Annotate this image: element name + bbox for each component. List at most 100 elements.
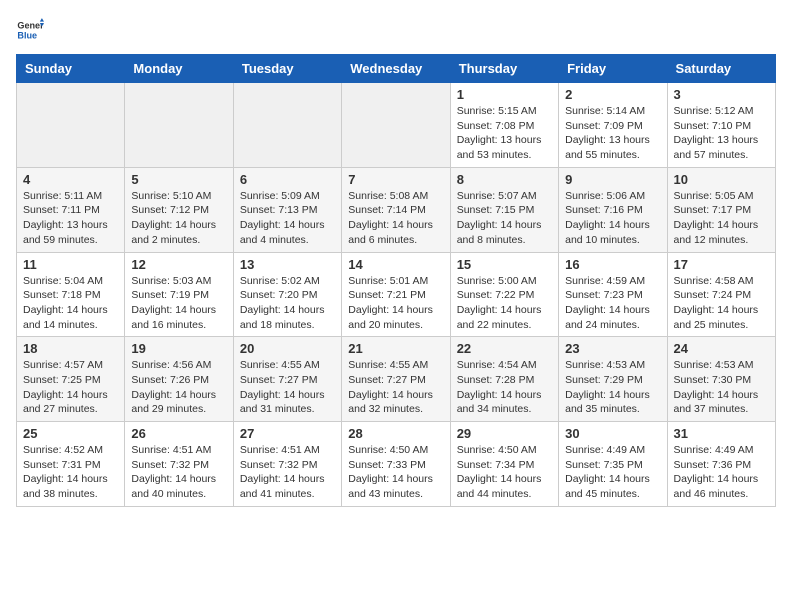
day-info: Sunrise: 4:55 AMSunset: 7:27 PMDaylight:… [348,358,443,417]
calendar-cell: 26 Sunrise: 4:51 AMSunset: 7:32 PMDayligh… [125,422,233,507]
day-info: Sunrise: 4:53 AMSunset: 7:29 PMDaylight:… [565,358,660,417]
day-header-sunday: Sunday [17,55,125,83]
calendar-cell: 28 Sunrise: 4:50 AMSunset: 7:33 PMDayligh… [342,422,450,507]
day-number: 17 [674,257,769,272]
day-info: Sunrise: 4:59 AMSunset: 7:23 PMDaylight:… [565,274,660,333]
day-number: 11 [23,257,118,272]
day-number: 7 [348,172,443,187]
calendar-cell: 7Sunrise: 5:08 AMSunset: 7:14 PMDaylight… [342,167,450,252]
day-info: Sunrise: 4:57 AMSunset: 7:25 PMDaylight:… [23,358,118,417]
day-number: 25 [23,426,118,441]
day-info: Sunrise: 4:50 AMSunset: 7:34 PMDaylight:… [457,443,552,502]
day-number: 15 [457,257,552,272]
day-info: Sunrise: 4:53 AMSunset: 7:30 PMDaylight:… [674,358,769,417]
day-number: 22 [457,341,552,356]
day-number: 1 [457,87,552,102]
day-number: 28 [348,426,443,441]
logo-icon: General Blue [16,16,44,44]
day-info: Sunrise: 5:01 AMSunset: 7:21 PMDaylight:… [348,274,443,333]
calendar-header-row: SundayMondayTuesdayWednesdayThursdayFrid… [17,55,776,83]
calendar: SundayMondayTuesdayWednesdayThursdayFrid… [16,54,776,507]
day-number: 4 [23,172,118,187]
calendar-cell [125,83,233,168]
day-number: 21 [348,341,443,356]
calendar-cell: 24 Sunrise: 4:53 AMSunset: 7:30 PMDayligh… [667,337,775,422]
day-number: 23 [565,341,660,356]
day-info: Sunrise: 4:52 AMSunset: 7:31 PMDaylight:… [23,443,118,502]
svg-text:General: General [17,21,44,31]
calendar-cell [17,83,125,168]
calendar-cell: 15 Sunrise: 5:00 AMSunset: 7:22 PMDayligh… [450,252,558,337]
calendar-cell: 30Sunrise: 4:49 AMSunset: 7:35 PMDayligh… [559,422,667,507]
day-number: 5 [131,172,226,187]
day-header-monday: Monday [125,55,233,83]
day-info: Sunrise: 4:51 AMSunset: 7:32 PMDaylight:… [131,443,226,502]
day-header-tuesday: Tuesday [233,55,341,83]
calendar-cell: 18Sunrise: 4:57 AMSunset: 7:25 PMDayligh… [17,337,125,422]
calendar-week-5: 25 Sunrise: 4:52 AMSunset: 7:31 PMDayligh… [17,422,776,507]
calendar-cell: 23 Sunrise: 4:53 AMSunset: 7:29 PMDayligh… [559,337,667,422]
day-info: Sunrise: 5:06 AMSunset: 7:16 PMDaylight:… [565,189,660,248]
day-number: 8 [457,172,552,187]
calendar-cell: 3Sunrise: 5:12 AMSunset: 7:10 PMDaylight… [667,83,775,168]
calendar-cell: 12 Sunrise: 5:03 AMSunset: 7:19 PMDayligh… [125,252,233,337]
calendar-cell: 14 Sunrise: 5:01 AMSunset: 7:21 PMDayligh… [342,252,450,337]
calendar-cell: 1 Sunrise: 5:15 AMSunset: 7:08 PMDaylight… [450,83,558,168]
day-info: Sunrise: 4:54 AMSunset: 7:28 PMDaylight:… [457,358,552,417]
day-info: Sunrise: 5:07 AMSunset: 7:15 PMDaylight:… [457,189,552,248]
day-info: Sunrise: 5:02 AMSunset: 7:20 PMDaylight:… [240,274,335,333]
day-header-thursday: Thursday [450,55,558,83]
day-info: Sunrise: 4:51 AMSunset: 7:32 PMDaylight:… [240,443,335,502]
calendar-week-4: 18Sunrise: 4:57 AMSunset: 7:25 PMDayligh… [17,337,776,422]
day-info: Sunrise: 4:56 AMSunset: 7:26 PMDaylight:… [131,358,226,417]
day-info: Sunrise: 5:00 AMSunset: 7:22 PMDaylight:… [457,274,552,333]
day-number: 16 [565,257,660,272]
calendar-week-3: 11 Sunrise: 5:04 AMSunset: 7:18 PMDayligh… [17,252,776,337]
day-header-saturday: Saturday [667,55,775,83]
day-info: Sunrise: 5:11 AMSunset: 7:11 PMDaylight:… [23,189,118,248]
day-number: 30 [565,426,660,441]
calendar-cell: 8 Sunrise: 5:07 AMSunset: 7:15 PMDaylight… [450,167,558,252]
svg-text:Blue: Blue [17,30,37,40]
day-number: 12 [131,257,226,272]
day-number: 2 [565,87,660,102]
calendar-week-2: 4 Sunrise: 5:11 AMSunset: 7:11 PMDaylight… [17,167,776,252]
day-info: Sunrise: 5:09 AMSunset: 7:13 PMDaylight:… [240,189,335,248]
day-number: 24 [674,341,769,356]
day-number: 31 [674,426,769,441]
day-info: Sunrise: 5:14 AMSunset: 7:09 PMDaylight:… [565,104,660,163]
calendar-cell: 2 Sunrise: 5:14 AMSunset: 7:09 PMDaylight… [559,83,667,168]
calendar-week-1: 1 Sunrise: 5:15 AMSunset: 7:08 PMDaylight… [17,83,776,168]
calendar-cell: 10Sunrise: 5:05 AMSunset: 7:17 PMDayligh… [667,167,775,252]
day-info: Sunrise: 4:50 AMSunset: 7:33 PMDaylight:… [348,443,443,502]
day-info: Sunrise: 4:49 AMSunset: 7:36 PMDaylight:… [674,443,769,502]
calendar-cell: 22 Sunrise: 4:54 AMSunset: 7:28 PMDayligh… [450,337,558,422]
day-header-wednesday: Wednesday [342,55,450,83]
calendar-cell: 16 Sunrise: 4:59 AMSunset: 7:23 PMDayligh… [559,252,667,337]
day-header-friday: Friday [559,55,667,83]
calendar-cell: 29 Sunrise: 4:50 AMSunset: 7:34 PMDayligh… [450,422,558,507]
calendar-cell: 31 Sunrise: 4:49 AMSunset: 7:36 PMDayligh… [667,422,775,507]
calendar-cell: 20 Sunrise: 4:55 AMSunset: 7:27 PMDayligh… [233,337,341,422]
calendar-cell: 21 Sunrise: 4:55 AMSunset: 7:27 PMDayligh… [342,337,450,422]
day-info: Sunrise: 5:12 AMSunset: 7:10 PMDaylight:… [674,104,769,163]
calendar-cell: 13Sunrise: 5:02 AMSunset: 7:20 PMDayligh… [233,252,341,337]
calendar-cell [342,83,450,168]
day-info: Sunrise: 5:03 AMSunset: 7:19 PMDaylight:… [131,274,226,333]
day-number: 20 [240,341,335,356]
day-number: 29 [457,426,552,441]
calendar-cell: 4 Sunrise: 5:11 AMSunset: 7:11 PMDaylight… [17,167,125,252]
day-number: 26 [131,426,226,441]
day-number: 14 [348,257,443,272]
day-info: Sunrise: 5:04 AMSunset: 7:18 PMDaylight:… [23,274,118,333]
calendar-cell: 25 Sunrise: 4:52 AMSunset: 7:31 PMDayligh… [17,422,125,507]
calendar-cell: 9 Sunrise: 5:06 AMSunset: 7:16 PMDaylight… [559,167,667,252]
day-info: Sunrise: 4:55 AMSunset: 7:27 PMDaylight:… [240,358,335,417]
calendar-cell: 17Sunrise: 4:58 AMSunset: 7:24 PMDayligh… [667,252,775,337]
day-number: 10 [674,172,769,187]
day-number: 6 [240,172,335,187]
day-number: 9 [565,172,660,187]
calendar-cell: 6 Sunrise: 5:09 AMSunset: 7:13 PMDaylight… [233,167,341,252]
logo: General Blue [16,16,44,44]
day-info: Sunrise: 5:15 AMSunset: 7:08 PMDaylight:… [457,104,552,163]
